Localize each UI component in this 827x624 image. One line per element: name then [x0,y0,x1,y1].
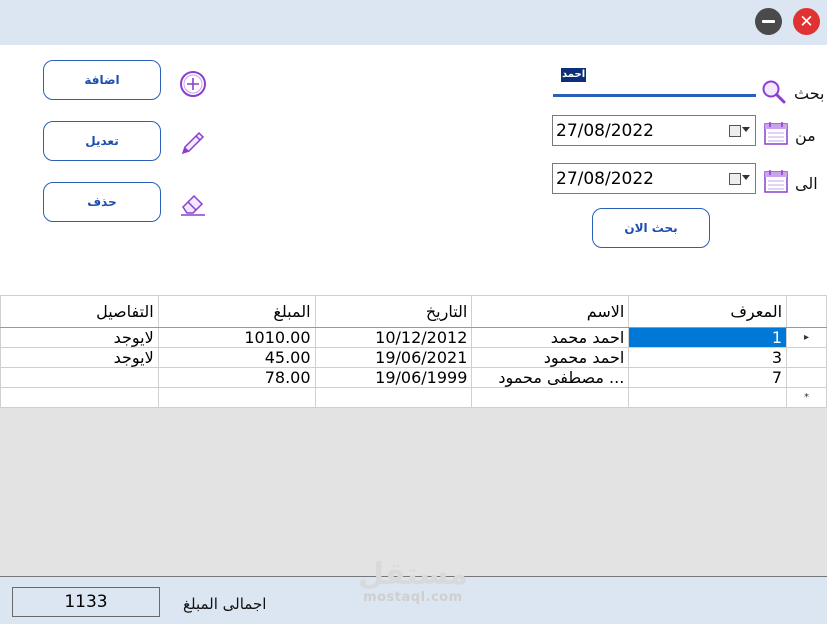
cell-id[interactable] [628,387,788,408]
eraser-icon[interactable] [178,190,208,218]
total-amount-value: 1133 [64,592,108,612]
cell-details[interactable] [0,367,159,388]
data-table: التفاصيل المبلغ التاريخ الاسم المعرف لاي… [0,295,827,408]
column-header-id[interactable]: المعرف [628,295,788,328]
column-header-details[interactable]: التفاصيل [0,295,159,328]
total-amount-field: 1133 [12,587,160,617]
cell-amount[interactable]: 1010.00 [157,327,316,348]
row-header-corner [786,295,827,328]
delete-button-label: حذف [87,195,117,209]
column-header-date[interactable]: التاريخ [314,295,473,328]
new-row-marker[interactable]: * [786,387,827,408]
close-icon: ✕ [799,11,814,32]
calendar-icon [764,122,788,145]
delete-button[interactable]: حذف [43,182,161,222]
calendar-icon [764,170,788,193]
add-button-label: اضافة [84,73,120,87]
cell-details[interactable]: لايوجد [0,347,159,368]
table-header-row: التفاصيل المبلغ التاريخ الاسم المعرف [0,295,827,328]
table-row[interactable]: لايوجد 45.00 19/06/2021 احمد محمود 3 [0,347,827,368]
chevron-down-icon [742,175,750,180]
cell-details[interactable]: لايوجد [0,327,159,348]
cell-date[interactable] [314,387,473,408]
new-row[interactable]: * [0,387,827,408]
table-row[interactable]: 78.00 19/06/1999 مصطفى محمود ... 7 [0,367,827,388]
watermark-logo-text: مستقل [358,557,468,592]
from-date-picker[interactable]: 27/08/2022 [552,115,756,146]
to-label: الى [795,174,818,193]
search-label: بحث [794,84,825,103]
cell-date[interactable]: 19/06/2021 [314,347,473,368]
cell-id[interactable]: 3 [628,347,788,368]
cell-details[interactable] [0,387,159,408]
cell-name[interactable] [471,387,630,408]
search-input-value: احمد [561,68,587,82]
table-row[interactable]: لايوجد 1010.00 10/12/2012 احمد محمد 1 ▸ [0,327,827,348]
column-header-amount[interactable]: المبلغ [157,295,316,328]
edit-button-label: تعديل [85,134,119,148]
column-header-name[interactable]: الاسم [471,295,630,328]
row-header[interactable] [786,367,827,388]
to-date-calendar-button[interactable] [729,173,741,185]
cell-name[interactable]: احمد محمود [471,347,630,368]
cell-amount[interactable]: 45.00 [157,347,316,368]
minimize-button[interactable] [755,8,782,35]
search-input[interactable]: احمد [553,62,756,97]
from-date-value: 27/08/2022 [556,121,654,141]
to-date-picker[interactable]: 27/08/2022 [552,163,756,194]
row-header[interactable] [786,347,827,368]
minimize-icon [762,20,775,23]
to-date-value: 27/08/2022 [556,169,654,189]
cell-name[interactable]: مصطفى محمود ... [471,367,630,388]
current-row-marker[interactable]: ▸ [786,327,827,348]
cell-name[interactable]: احمد محمد [471,327,630,348]
cell-date[interactable]: 10/12/2012 [314,327,473,348]
search-icon [762,80,786,104]
edit-button[interactable]: تعديل [43,121,161,161]
cell-date[interactable]: 19/06/1999 [314,367,473,388]
add-button[interactable]: اضافة [43,60,161,100]
from-date-calendar-button[interactable] [729,125,741,137]
watermark-url: mostaql.com [363,590,463,605]
cell-id[interactable]: 1 [628,327,788,348]
pencil-icon[interactable] [179,129,207,157]
cell-id[interactable]: 7 [628,367,788,388]
plus-circle-icon[interactable] [178,69,208,99]
cell-amount[interactable] [157,387,316,408]
close-button[interactable]: ✕ [793,8,820,35]
search-now-button-label: بحث الان [624,221,678,235]
search-now-button[interactable]: بحث الان [592,208,710,248]
chevron-down-icon [742,127,750,132]
watermark: مستقل mostaql.com [358,557,468,606]
title-bar [0,0,827,45]
cell-amount[interactable]: 78.00 [157,367,316,388]
total-amount-label: اجمالى المبلغ [183,595,267,613]
from-label: من [795,126,816,145]
